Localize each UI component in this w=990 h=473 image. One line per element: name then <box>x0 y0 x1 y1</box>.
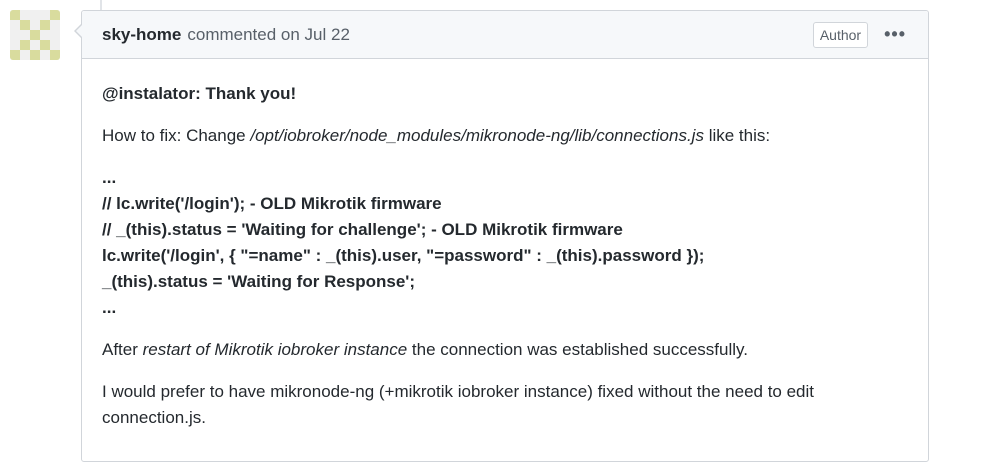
comment-timestamp[interactable]: commented on Jul 22 <box>187 25 350 45</box>
code-line: // lc.write('/login'); - OLD Mikrotik fi… <box>102 194 442 213</box>
howto-suffix: like this: <box>703 126 771 145</box>
code-line: lc.write('/login', { "=name" : _(this).u… <box>102 246 705 265</box>
comment-body: @instalator: Thank you! How to fix: Chan… <box>82 59 928 431</box>
avatar[interactable] <box>10 10 60 60</box>
file-path: /opt/iobroker/node_modules/mikronode-ng/… <box>250 126 704 145</box>
code-line: ... <box>102 168 117 187</box>
user-mention[interactable]: @instalator: <box>102 84 201 103</box>
after-prefix: After <box>102 340 143 359</box>
howto-paragraph: How to fix: Change /opt/iobroker/node_mo… <box>102 123 908 149</box>
page: sky-home commented on Jul 22 Author ••• … <box>0 0 990 473</box>
code-block: ... // lc.write('/login'); - OLD Mikroti… <box>102 165 908 321</box>
comment-box: sky-home commented on Jul 22 Author ••• … <box>74 10 929 462</box>
after-emphasis: restart of Mikrotik iobroker instance <box>142 340 408 359</box>
code-line: ... <box>102 298 117 317</box>
prefer-paragraph: I would prefer to have mikronode-ng (+mi… <box>102 382 815 427</box>
timeline-line <box>100 0 102 10</box>
author-badge: Author <box>812 21 869 48</box>
thanks-text: Thank you! <box>200 84 297 103</box>
howto-prefix: How to fix: Change <box>102 126 251 145</box>
after-paragraph: After restart of Mikrotik iobroker insta… <box>102 337 908 363</box>
thanks-paragraph: @instalator: Thank you! <box>102 81 908 107</box>
code-line: _(this).status = 'Waiting for Response'; <box>102 272 416 291</box>
identicon-icon <box>10 10 60 60</box>
code-line: // _(this).status = 'Waiting for challen… <box>102 220 623 239</box>
author-link[interactable]: sky-home <box>102 25 181 45</box>
kebab-horizontal-icon[interactable]: ••• <box>882 24 908 45</box>
comment-header: sky-home commented on Jul 22 Author ••• <box>82 11 928 59</box>
after-suffix: the connection was established successfu… <box>407 340 748 359</box>
